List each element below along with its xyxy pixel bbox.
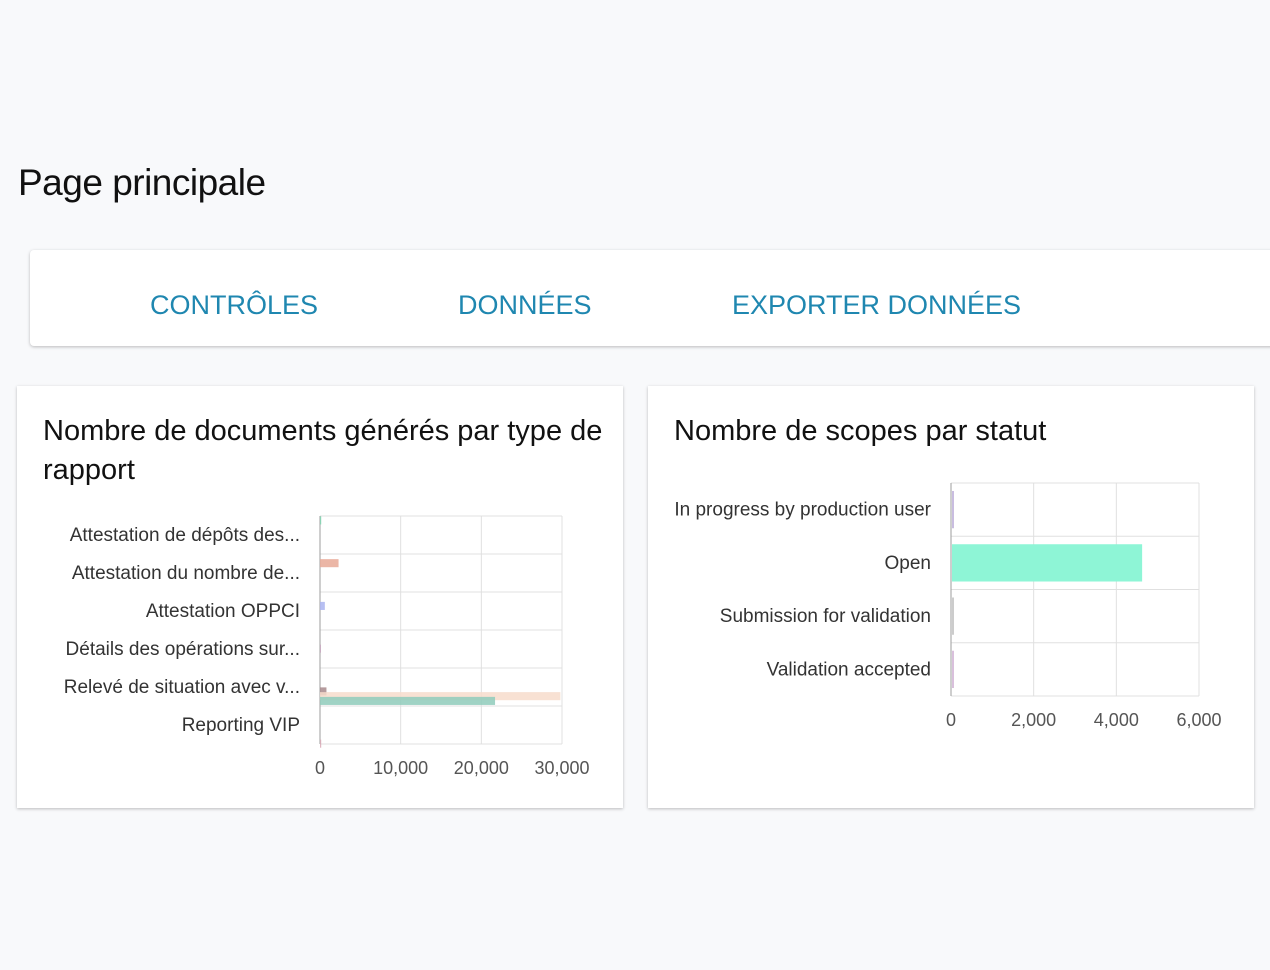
documents-bar-chart: 0 10,000 20,000 30,000 Attestation de dépôts… bbox=[64, 515, 590, 778]
scopes-category-label: Open bbox=[885, 553, 931, 574]
documents-category-label: Reporting VIP bbox=[182, 715, 300, 736]
documents-category-label: Attestation de dépôts des... bbox=[70, 525, 300, 546]
documents-x-tick-label: 10,000 bbox=[373, 758, 428, 778]
scopes-bar bbox=[952, 490, 954, 529]
scopes-chart-card: Nombre de scopes par statut 0 2,000 4,000 6… bbox=[648, 386, 1254, 808]
scopes-x-tick-label: 4,000 bbox=[1094, 710, 1139, 730]
tab-controles[interactable]: CONTRÔLES bbox=[150, 250, 318, 346]
documents-category-label: Détails des opérations sur... bbox=[66, 639, 300, 660]
documents-x-tick-label: 20,000 bbox=[454, 758, 509, 778]
documents-category-label: Relevé de situation avec v... bbox=[64, 677, 300, 698]
scopes-bar bbox=[952, 650, 954, 689]
documents-bar bbox=[320, 559, 339, 568]
documents-x-tick-label: 0 bbox=[315, 758, 325, 778]
documents-bar bbox=[320, 601, 325, 610]
tab-donnees[interactable]: DONNÉES bbox=[458, 250, 592, 346]
tab-exporter-donnees[interactable]: EXPORTER DONNÉES bbox=[732, 250, 1021, 346]
scopes-category-label: Validation accepted bbox=[767, 659, 931, 680]
documents-chart-card: Nombre de documents générés par type de … bbox=[17, 386, 623, 808]
page-title: Page principale bbox=[18, 162, 266, 203]
scopes-category-label: In progress by production user bbox=[674, 500, 931, 521]
documents-bar bbox=[320, 516, 322, 525]
scopes-bar-chart: 0 2,000 4,000 6,000 In progress by productio… bbox=[674, 482, 1222, 730]
documents-x-tick-label: 30,000 bbox=[534, 758, 589, 778]
scopes-category-label: Submission for validation bbox=[720, 606, 931, 627]
documents-bar bbox=[320, 696, 496, 705]
scopes-x-tick-label: 6,000 bbox=[1176, 710, 1221, 730]
documents-category-label: Attestation du nombre de... bbox=[72, 563, 300, 584]
main-navbar: CONTRÔLES DONNÉES EXPORTER DONNÉES bbox=[30, 250, 1270, 346]
scopes-x-tick-label: 2,000 bbox=[1011, 710, 1056, 730]
scopes-bar bbox=[952, 597, 954, 635]
scopes-x-tick-label: 0 bbox=[946, 710, 956, 730]
scopes-bar bbox=[952, 544, 1143, 582]
documents-category-label: Attestation OPPCI bbox=[146, 601, 300, 622]
documents-bar bbox=[320, 739, 322, 748]
documents-bar bbox=[320, 644, 321, 653]
